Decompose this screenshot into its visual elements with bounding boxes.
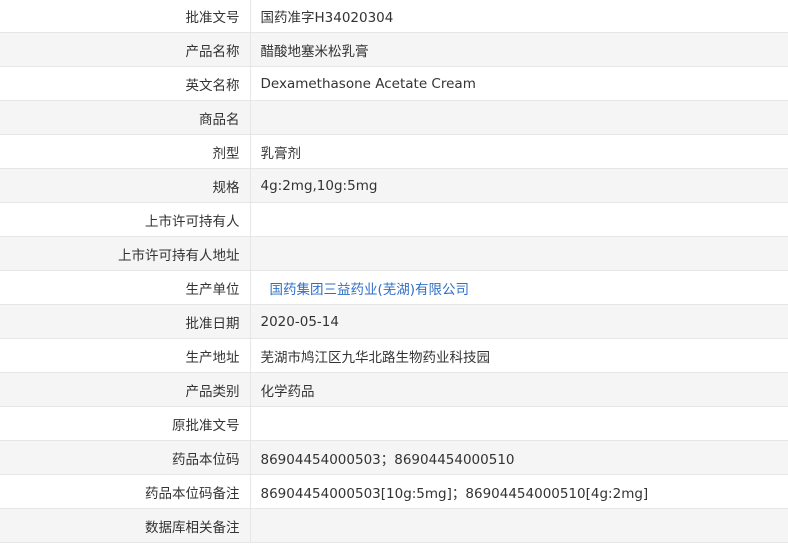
label-approval-date: 批准日期: [0, 304, 251, 339]
value-approval-number: 国药准字H34020304: [250, 0, 788, 33]
row-drug-code-note: 药品本位码备注 86904454000503[10g:5mg]；86904454…: [0, 474, 788, 509]
value-original-approval: [250, 406, 788, 441]
value-product-name: 醋酸地塞米松乳膏: [250, 32, 788, 67]
row-approval-date: 批准日期 2020-05-14: [0, 304, 788, 339]
label-mah: 上市许可持有人: [0, 202, 251, 237]
row-manufacturer: 生产单位 国药集团三益药业(芜湖)有限公司: [0, 270, 788, 305]
row-dosage-form: 剂型 乳膏剂: [0, 134, 788, 169]
value-mah: [250, 202, 788, 237]
row-approval-number: 批准文号 国药准字H34020304: [0, 0, 788, 33]
label-approval-number: 批准文号: [0, 0, 251, 33]
row-product-name: 产品名称 醋酸地塞米松乳膏: [0, 32, 788, 67]
label-english-name: 英文名称: [0, 66, 251, 101]
label-product-name: 产品名称: [0, 32, 251, 67]
row-english-name: 英文名称 Dexamethasone Acetate Cream: [0, 66, 788, 101]
value-mah-address: [250, 236, 788, 271]
value-drug-code: 86904454000503；86904454000510: [250, 440, 788, 475]
row-database-note: 数据库相关备注: [0, 508, 788, 543]
drug-info-table: 批准文号 国药准字H34020304 产品名称 醋酸地塞米松乳膏 英文名称 De…: [0, 0, 788, 543]
value-dosage-form: 乳膏剂: [250, 134, 788, 169]
value-drug-code-note: 86904454000503[10g:5mg]；86904454000510[4…: [250, 474, 788, 509]
row-mah-address: 上市许可持有人地址: [0, 236, 788, 271]
value-english-name: Dexamethasone Acetate Cream: [250, 66, 788, 101]
row-product-category: 产品类别 化学药品: [0, 372, 788, 407]
label-production-address: 生产地址: [0, 338, 251, 373]
value-product-category: 化学药品: [250, 372, 788, 407]
label-product-category: 产品类别: [0, 372, 251, 407]
row-drug-code: 药品本位码 86904454000503；86904454000510: [0, 440, 788, 475]
value-specification: 4g:2mg,10g:5mg: [250, 168, 788, 203]
label-original-approval: 原批准文号: [0, 406, 251, 441]
label-mah-address: 上市许可持有人地址: [0, 236, 251, 271]
value-trade-name: [250, 100, 788, 135]
label-trade-name: 商品名: [0, 100, 251, 135]
row-trade-name: 商品名: [0, 100, 788, 135]
manufacturer-link[interactable]: 国药集团三益药业(芜湖)有限公司: [250, 270, 788, 305]
row-mah: 上市许可持有人: [0, 202, 788, 237]
label-database-note: 数据库相关备注: [0, 508, 251, 543]
label-drug-code-note: 药品本位码备注: [0, 474, 251, 509]
row-production-address: 生产地址 芜湖市鸠江区九华北路生物药业科技园: [0, 338, 788, 373]
value-approval-date: 2020-05-14: [250, 304, 788, 339]
label-specification: 规格: [0, 168, 251, 203]
row-original-approval: 原批准文号: [0, 406, 788, 441]
label-dosage-form: 剂型: [0, 134, 251, 169]
label-drug-code: 药品本位码: [0, 440, 251, 475]
label-manufacturer: 生产单位: [0, 270, 251, 305]
value-database-note: [250, 508, 788, 543]
value-production-address: 芜湖市鸠江区九华北路生物药业科技园: [250, 338, 788, 373]
row-specification: 规格 4g:2mg,10g:5mg: [0, 168, 788, 203]
